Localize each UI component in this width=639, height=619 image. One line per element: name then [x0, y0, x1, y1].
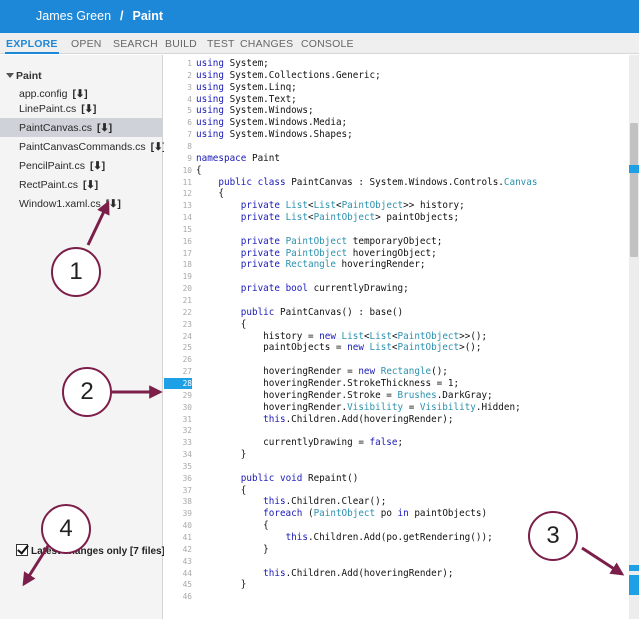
callout-1: 1: [51, 247, 101, 297]
callout-4: 4: [41, 504, 91, 554]
callout-2: 2: [62, 367, 112, 417]
callout-3: 3: [528, 511, 578, 561]
callout-3-arrow: [581, 546, 625, 576]
callout-4-arrow: [22, 545, 50, 587]
callout-1-arrow: [86, 200, 110, 246]
